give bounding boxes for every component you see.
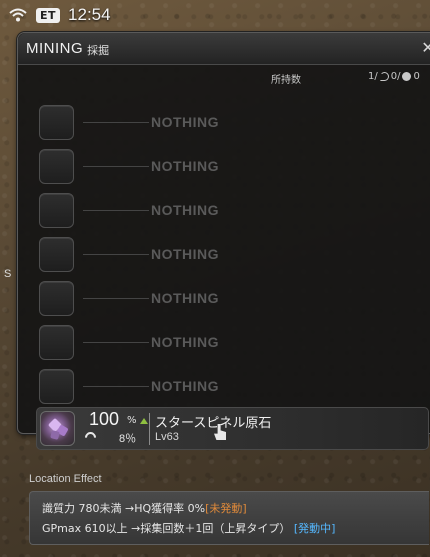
slot-label: NOTHING [151,202,220,218]
empty-slot-icon [39,281,74,316]
location-effect-line-1: 識質力 780未満 →HQ獲得率 0%[未発動] [42,500,429,516]
gathering-slot-3: NOTHING [39,193,419,237]
gathering-slot-1: NOTHING [39,105,419,149]
connection-icon [9,8,27,22]
effect-1-status: [未発動] [205,502,247,515]
gathering-slots: NOTHING NOTHING NOTHING NOTHING NOTHING … [39,105,419,413]
gathering-slot-6: NOTHING [39,325,419,369]
slot-label: NOTHING [151,290,220,306]
chance-unit: % [127,415,137,426]
top-hud: ET 12:54 [8,4,111,26]
owned-count-row: 所持数 1/ 0/ 0 [18,70,429,86]
empty-slot-icon [39,325,74,360]
slot-divider [83,122,149,123]
hq-icon [379,72,389,81]
owned-collectable-count: 0 [413,71,420,82]
empty-slot-icon [39,237,74,272]
empty-slot-icon [39,105,74,140]
slot-divider [83,342,149,343]
location-effect-label: Location Effect [29,473,102,485]
slot-label: NOTHING [151,158,220,174]
slot-divider [83,298,149,299]
effect-1-text: 識質力 780未満 →HQ獲得率 0% [42,502,206,515]
slot-divider [83,386,149,387]
hq-up-arrow-icon [140,418,148,424]
slot-label: NOTHING [151,334,220,350]
owned-normal-count: 1/ [368,71,378,82]
hq-chance-icon [82,429,99,446]
slot-label: NOTHING [151,246,220,262]
slot-label: NOTHING [151,114,220,130]
effect-2-text: GPmax 610以上 →採集回数＋1回（上昇タイプ） [42,522,291,535]
close-window-icon[interactable]: ✕ [419,39,430,57]
gathering-slot-5: NOTHING [39,281,419,325]
location-effect-line-2: GPmax 610以上 →採集回数＋1回（上昇タイプ） [発動中] [42,520,429,536]
side-letter: S [4,268,12,280]
title-bar[interactable]: MINING 採掘 ✕ [18,33,430,65]
effect-2-status: [発動中] [293,522,336,535]
owned-values: 1/ 0/ 0 [368,71,420,82]
slot-divider [83,166,149,167]
window-title: MINING [26,40,84,57]
ore-item-icon [40,411,75,446]
item-name: スタースピネル原石 [155,416,272,431]
item-divider [149,413,150,445]
empty-slot-icon [39,369,74,404]
hq-chance: 8％ [119,433,137,445]
empty-slot-icon [39,193,74,228]
window-subtitle: 採掘 [87,44,110,57]
slot-divider [83,210,149,211]
owned-label: 所持数 [271,75,301,86]
eorzea-clock: 12:54 [68,5,111,24]
location-effect-panel: 識質力 780未満 →HQ獲得率 0%[未発動] GPmax 610以上 →採集… [29,491,429,545]
gathering-slot-2: NOTHING [39,149,419,193]
gatherable-item-row[interactable]: 100 % 8％ スタースピネル原石 Lv63 [36,407,429,450]
owned-hq-count: 0/ [390,71,401,82]
gathering-chance: 100 [89,409,120,429]
gathering-slot-4: NOTHING [39,237,419,281]
slot-label: NOTHING [151,378,220,394]
empty-slot-icon [39,149,74,184]
item-level: Lv63 [155,431,179,443]
eorzea-time-badge: ET [36,7,61,23]
gathering-window: MINING 採掘 ✕ 所持数 1/ 0/ 0 NOTHING NOTHING … [17,32,430,450]
slot-divider [83,254,149,255]
collectable-icon [402,72,412,81]
